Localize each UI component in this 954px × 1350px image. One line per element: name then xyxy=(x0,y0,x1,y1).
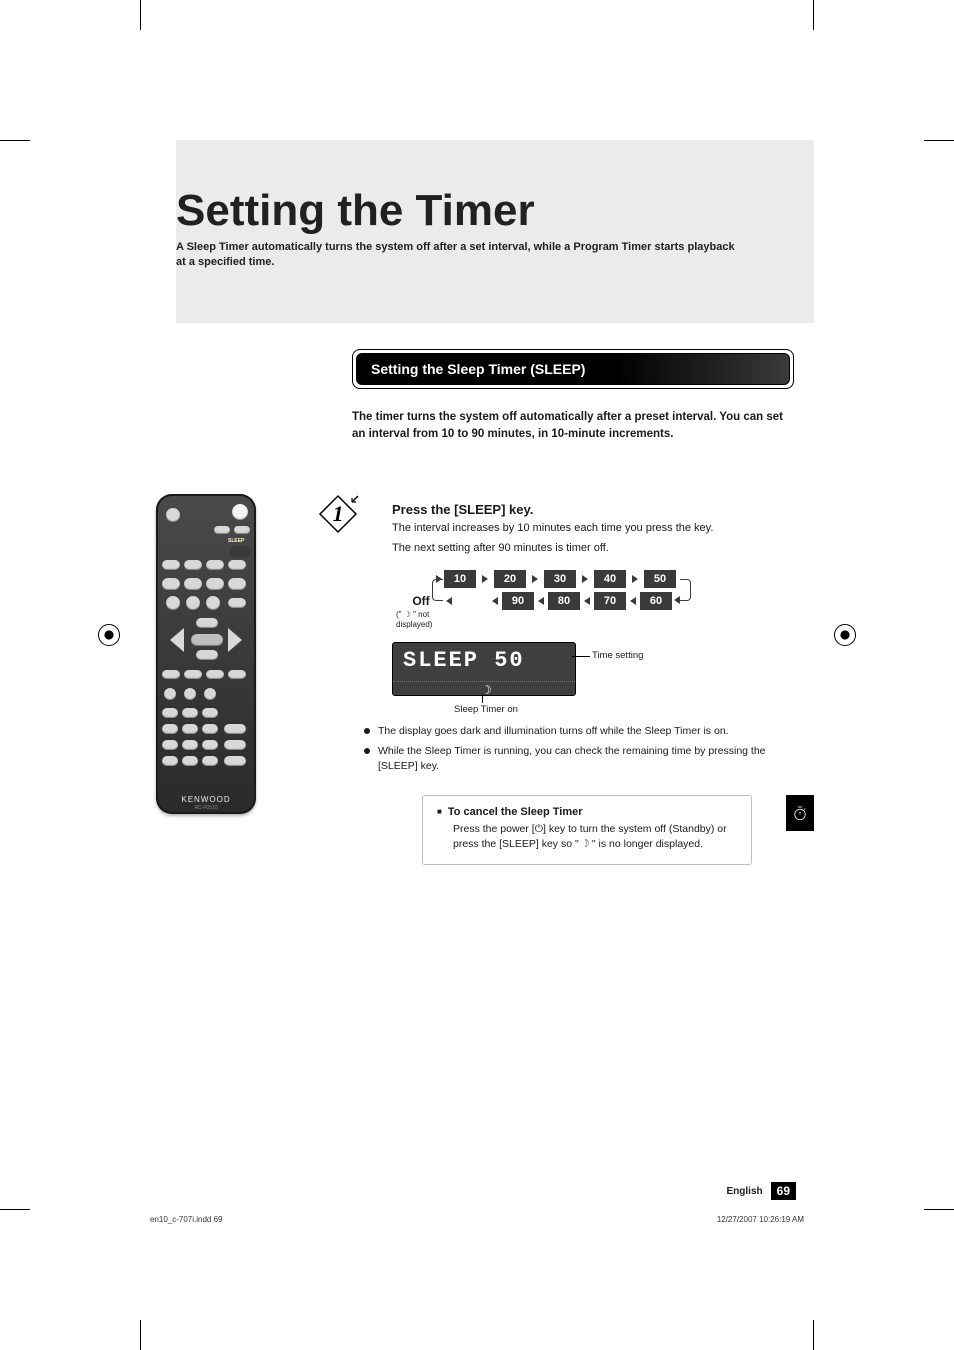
sleep-key-label: SLEEP xyxy=(228,538,244,544)
section-intro: The timer turns the system off automatic… xyxy=(352,409,794,442)
registration-mark-icon xyxy=(98,624,120,646)
section-heading-frame: Setting the Sleep Timer (SLEEP) xyxy=(352,349,794,389)
imprint-file: en10_c-707i.indd 69 xyxy=(150,1215,223,1224)
thumb-tab-timer-icon xyxy=(786,795,814,831)
crop-mark xyxy=(0,140,30,141)
cycle-off-note: (" ☽ " not displayed) xyxy=(396,610,446,629)
page-subtitle: A Sleep Timer automatically turns the sy… xyxy=(176,240,736,270)
cycle-cell: 40 xyxy=(594,570,626,588)
crop-mark xyxy=(140,1320,141,1350)
cycle-cell: 70 xyxy=(594,592,626,610)
bullet-item: While the Sleep Timer is running, you ca… xyxy=(364,744,794,773)
page-footer: English 69 xyxy=(727,1182,796,1200)
remote-illustration: SLEEP xyxy=(156,494,256,814)
interval-cycle-diagram: 10 20 30 40 50 60 xyxy=(392,570,794,636)
registration-mark-icon xyxy=(834,624,856,646)
cycle-cell: 10 xyxy=(444,570,476,588)
bullet-item: The display goes dark and illumination t… xyxy=(364,724,794,739)
lcd-display-wrap: SLEEP 50 ☽ Time setting Sleep Timer on xyxy=(392,642,794,696)
lcd-text: SLEEP 50 xyxy=(403,648,525,673)
cycle-cell: 20 xyxy=(494,570,526,588)
cycle-cell: 50 xyxy=(644,570,676,588)
cycle-cell: 80 xyxy=(548,592,580,610)
svg-text:1: 1 xyxy=(333,501,344,526)
cycle-cell: 60 xyxy=(640,592,672,610)
crop-mark xyxy=(0,1209,30,1210)
remote-model: RC-F0510 xyxy=(156,805,256,811)
step-heading: Press the [SLEEP] key. xyxy=(392,502,794,517)
footer-page-number: 69 xyxy=(771,1182,796,1200)
cancel-box: To cancel the Sleep Timer Press the powe… xyxy=(422,795,752,864)
step-text: The next setting after 90 minutes is tim… xyxy=(392,541,794,556)
callout-sleep-on: Sleep Timer on xyxy=(454,704,518,715)
step-text: The interval increases by 10 minutes eac… xyxy=(392,521,794,536)
footer-language: English xyxy=(727,1186,763,1197)
press-imprint: en10_c-707i.indd 69 12/27/2007 10:26:19 … xyxy=(150,1215,804,1224)
crop-mark xyxy=(924,1209,954,1210)
cycle-cell: 30 xyxy=(544,570,576,588)
step-number-icon: 1 xyxy=(316,492,360,536)
lcd-display: SLEEP 50 ☽ xyxy=(392,642,576,696)
imprint-date: 12/27/2007 10:26:19 AM xyxy=(717,1215,804,1224)
cancel-body: Press the power [⏻] key to turn the syst… xyxy=(453,822,737,851)
page-title: Setting the Timer xyxy=(176,140,814,236)
cycle-cell: 90 xyxy=(502,592,534,610)
cancel-heading: To cancel the Sleep Timer xyxy=(437,806,737,818)
crop-mark xyxy=(924,140,954,141)
sleep-key xyxy=(230,546,250,558)
crop-mark xyxy=(813,0,814,30)
crop-mark xyxy=(813,1320,814,1350)
crop-mark xyxy=(140,0,141,30)
remote-brand: KENWOOD xyxy=(156,795,256,804)
section-heading: Setting the Sleep Timer (SLEEP) xyxy=(356,353,790,385)
callout-time-setting: Time setting xyxy=(592,650,643,661)
